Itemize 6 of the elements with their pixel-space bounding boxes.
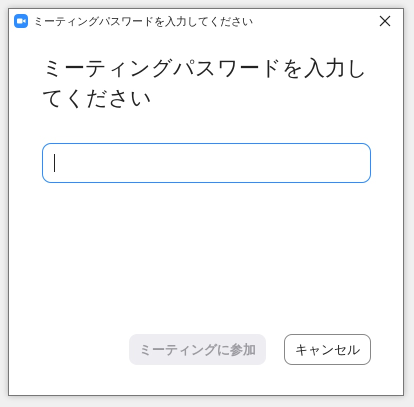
cancel-button[interactable]: キャンセル [284,334,371,365]
video-camera-icon [14,14,28,28]
password-field[interactable] [42,143,371,183]
close-icon[interactable] [379,15,391,27]
dialog-heading: ミーティングパスワードを入力してください [42,55,369,112]
window-title: ミーティングパスワードを入力してください [33,14,254,28]
